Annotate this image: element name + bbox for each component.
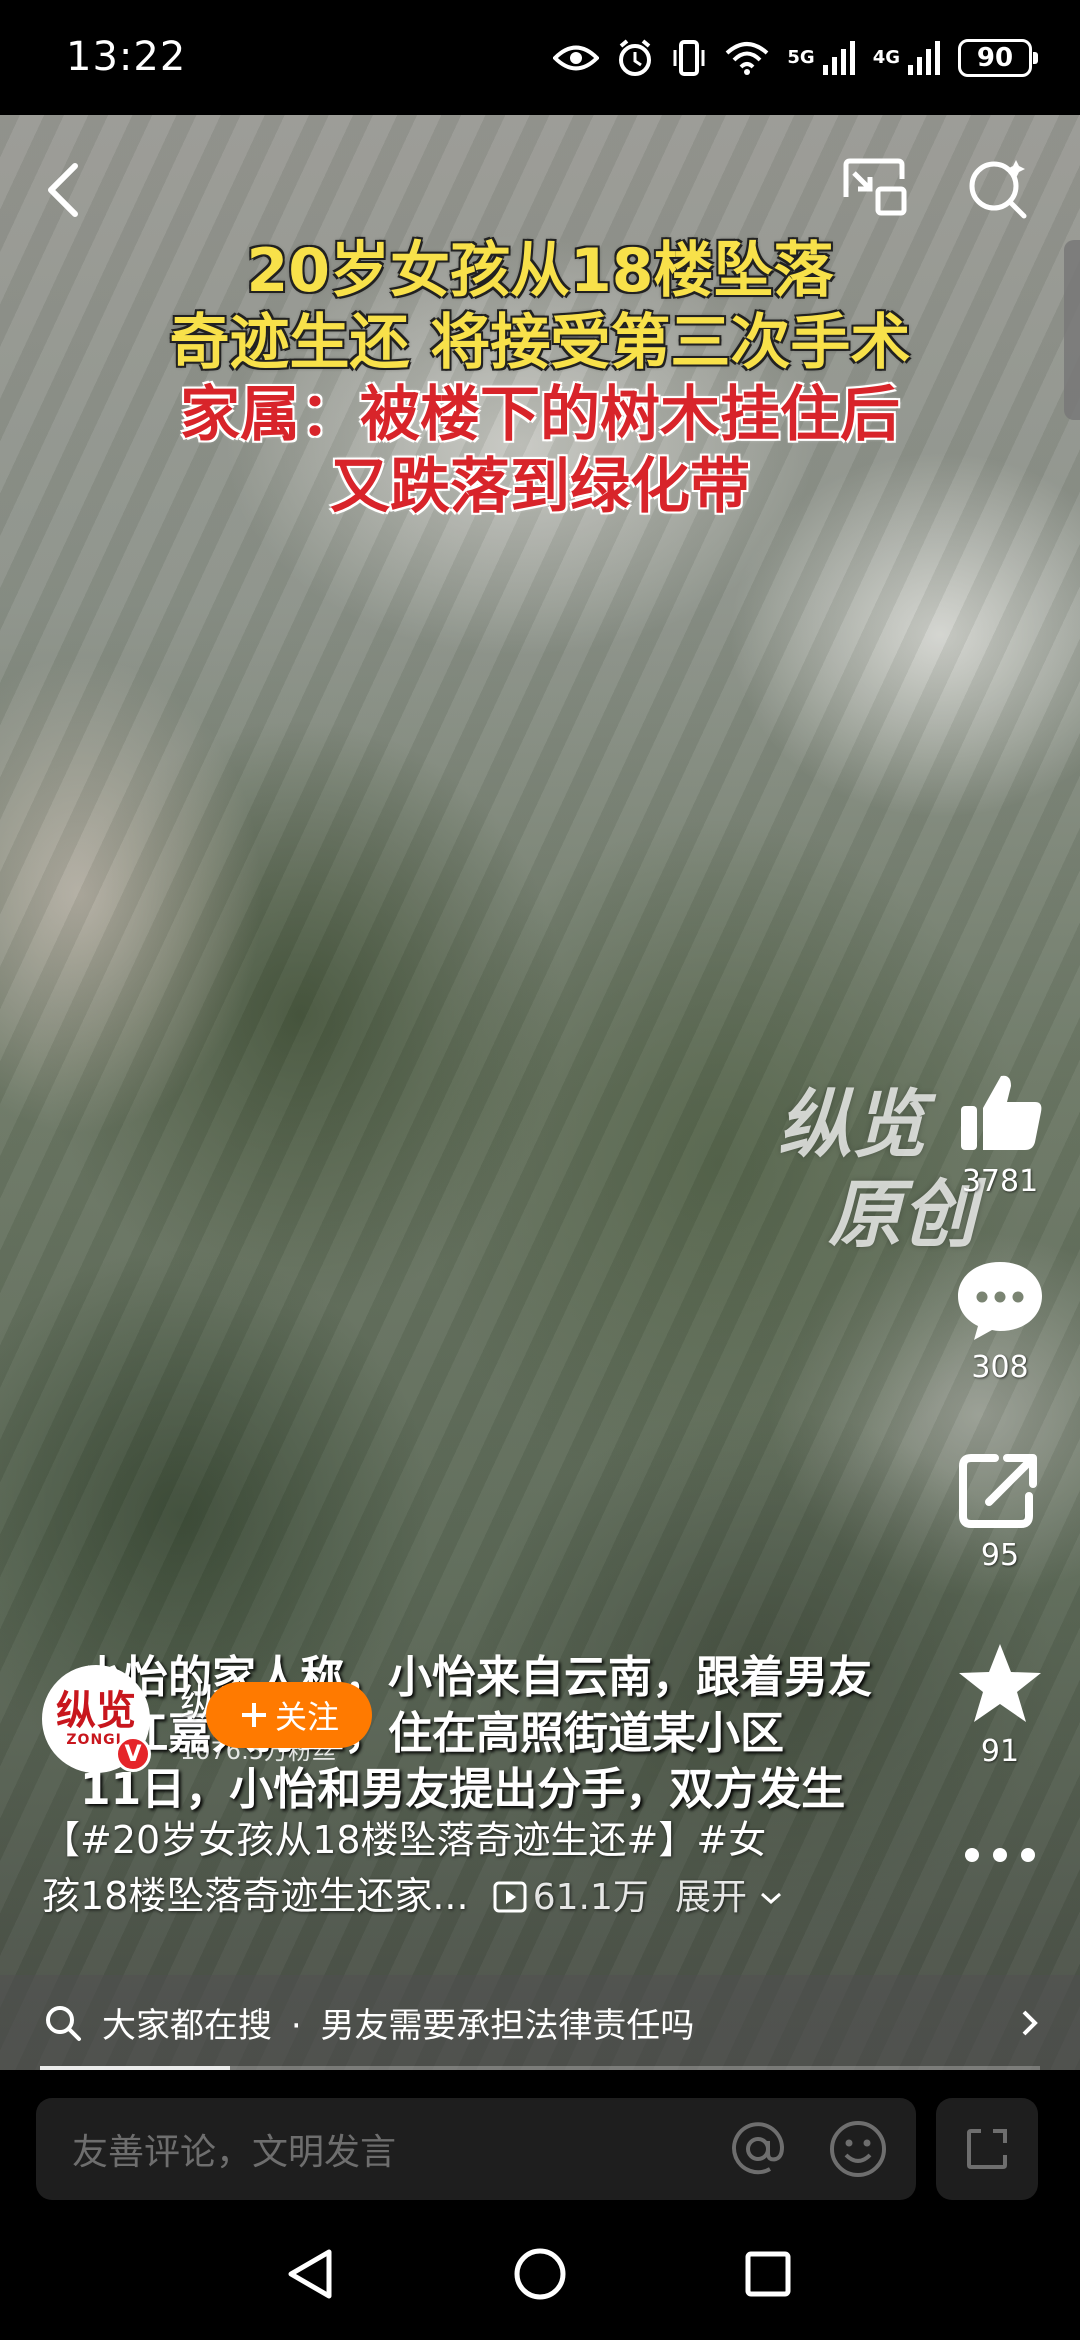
search-suggestion-bar[interactable]: 大家都在搜 · 男友需要承担法律责任吗	[0, 1975, 1080, 2070]
nav-back-button[interactable]	[270, 2234, 350, 2314]
like-button[interactable]: 3781	[940, 1070, 1060, 1199]
comment-input[interactable]: 友善评论，文明发言	[36, 2098, 916, 2200]
play-count: 61.1万	[532, 1877, 649, 1918]
status-time: 13:22	[66, 34, 187, 80]
emoji-icon[interactable]	[828, 2119, 888, 2179]
favorite-count: 91	[980, 1734, 1020, 1769]
follow-label: 关注	[274, 1698, 339, 1736]
wifi-icon	[726, 42, 769, 75]
play-count-icon	[493, 1881, 527, 1913]
status-bar: 13:22 5G 4G 90	[0, 0, 1080, 115]
headline-line: 又跌落到绿化带	[330, 452, 750, 522]
nav-home-button[interactable]	[500, 2234, 580, 2314]
chevron-down-icon	[761, 1892, 782, 1905]
more-button[interactable]	[940, 1845, 1060, 1869]
expand-icon	[967, 2129, 1007, 2169]
square-recents-icon	[745, 2251, 791, 2297]
suggestion-query: 男友需要承担法律责任吗	[320, 2006, 695, 2046]
search-icon	[46, 2005, 81, 2041]
search-suggestion-text: 大家都在搜 · 男友需要承担法律责任吗	[102, 1998, 1020, 2047]
thumbs-up-icon	[961, 1075, 1042, 1150]
nav-recents-button[interactable]	[728, 2234, 808, 2314]
comment-button[interactable]: 308	[940, 1258, 1060, 1385]
chevron-left-icon	[48, 163, 78, 217]
comment-bubble-icon	[958, 1262, 1042, 1340]
description-line: 孩18楼坠落奇迹生还家...	[42, 1874, 469, 1918]
favorite-button[interactable]: 91	[940, 1640, 1060, 1769]
cast-icon	[843, 158, 907, 216]
video-progress-bar[interactable]	[40, 2066, 1040, 2070]
status-icons: 5G 4G 90	[553, 36, 1038, 80]
battery-icon: 90	[958, 39, 1038, 77]
comment-count: 308	[971, 1350, 1029, 1385]
avatar-logo-text: 纵览	[56, 1688, 136, 1734]
video-description[interactable]: 【#20岁女孩从18楼坠落奇迹生还#】#女 孩18楼坠落奇迹生还家... 61.…	[42, 1812, 902, 1926]
headline-line: 奇迹生还 将接受第三次手术	[169, 308, 911, 378]
comment-bar: 友善评论，文明发言	[0, 2070, 1080, 2210]
suggestion-prefix: 大家都在搜	[102, 2006, 272, 2046]
circle-home-icon	[514, 2248, 566, 2300]
back-button[interactable]	[28, 150, 98, 230]
share-count: 95	[980, 1538, 1020, 1573]
at-mention-icon[interactable]	[730, 2121, 786, 2177]
battery-level: 90	[976, 43, 1014, 73]
network-label-2: 4G	[872, 47, 900, 68]
triangle-back-icon	[288, 2249, 332, 2299]
like-count: 3781	[961, 1164, 1039, 1199]
verified-badge: V	[115, 1736, 151, 1772]
comment-placeholder: 友善评论，文明发言	[72, 2132, 397, 2173]
suggestion-separator: ·	[290, 2006, 302, 2046]
more-dots-icon	[965, 1848, 1035, 1862]
headline-line: 20岁女孩从18楼坠落	[246, 236, 834, 306]
headline-line: 家属：被楼下的树木挂住后	[180, 380, 900, 450]
expand-link[interactable]: 展开	[675, 1877, 747, 1918]
avatar[interactable]: 纵览 ZONGL V	[42, 1665, 151, 1773]
system-nav-bar	[0, 2210, 1080, 2340]
network-label-1: 5G	[787, 47, 815, 68]
chevron-right-icon	[1022, 2010, 1038, 2035]
side-panel-handle[interactable]	[1064, 240, 1080, 420]
cast-button[interactable]	[834, 148, 914, 228]
expand-input-button[interactable]	[936, 2098, 1038, 2200]
star-icon	[959, 1644, 1041, 1722]
signal-icon	[908, 41, 940, 75]
signal-icon	[822, 41, 855, 75]
plus-icon	[241, 1703, 266, 1727]
share-button[interactable]: 95	[940, 1450, 1060, 1573]
search-button[interactable]	[958, 148, 1038, 228]
alarm-icon	[619, 39, 652, 76]
vibrate-icon	[673, 40, 705, 76]
author-row: 纵览 ZONGL V 纵览新闻 1076.5万粉丝 关注	[42, 1665, 372, 1773]
eye-icon	[553, 45, 600, 71]
video-headline: 20岁女孩从18楼坠落 奇迹生还 将接受第三次手术 家属：被楼下的树木挂住后 又…	[0, 235, 1080, 523]
video-progress-fill	[40, 2066, 230, 2070]
search-icon	[969, 160, 1027, 219]
description-line: 【#20岁女孩从18楼坠落奇迹生还#】#女	[42, 1818, 767, 1862]
follow-button[interactable]: 关注	[205, 1682, 372, 1748]
share-icon	[959, 1454, 1037, 1528]
